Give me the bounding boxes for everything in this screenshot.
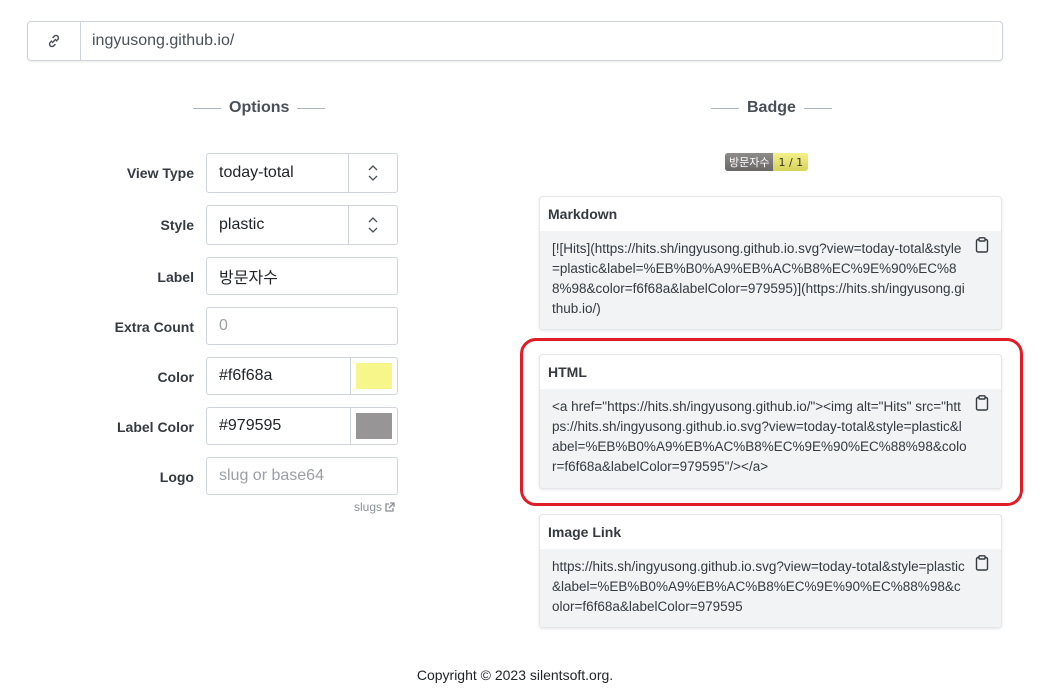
style-spinner[interactable] (348, 206, 397, 244)
link-icon (28, 22, 81, 60)
style-select[interactable]: plastic (206, 205, 398, 245)
markdown-code-block: [![Hits](https://hits.sh/ingyusong.githu… (540, 231, 1001, 329)
hits-badge: 방문자수 1 / 1 (725, 153, 809, 171)
color-value: #f6f68a (219, 367, 273, 384)
image-link-code: https://hits.sh/ingyusong.github.io.svg?… (552, 559, 965, 614)
label-label: Label (157, 269, 194, 285)
markdown-card: Markdown [![Hits](https://hits.sh/ingyus… (539, 196, 1002, 330)
image-link-card: Image Link https://hits.sh/ingyusong.git… (539, 514, 1002, 628)
options-title: Options (193, 99, 326, 117)
label-row: Label (0, 257, 194, 297)
logo-input[interactable]: slug or base64 (206, 457, 398, 495)
extra-count-label: Extra Count (114, 319, 194, 335)
external-link-icon (385, 501, 395, 512)
label-color-label: Label Color (116, 419, 194, 435)
color-input[interactable]: #f6f68a (206, 357, 398, 395)
badge-title-text: Badge (747, 99, 796, 116)
image-link-card-title: Image Link (548, 524, 622, 540)
options-title-text: Options (229, 99, 290, 116)
color-swatch (356, 363, 392, 389)
style-value: plastic (219, 216, 265, 233)
label-color-row: Label Color (0, 407, 194, 447)
url-input[interactable] (81, 22, 1002, 60)
badge-label: 방문자수 (725, 153, 774, 171)
markdown-card-title: Markdown (548, 206, 618, 222)
url-bar (27, 21, 1003, 61)
color-row: Color (0, 357, 194, 397)
label-color-input[interactable]: #979595 (206, 407, 398, 445)
label-color-value: #979595 (219, 417, 282, 434)
view-type-select[interactable]: today-total (206, 153, 398, 193)
label-color-swatch (356, 413, 392, 439)
html-code: <a href="https://hits.sh/ingyusong.githu… (552, 399, 967, 474)
chevron-up-icon (368, 217, 378, 223)
slugs-link[interactable]: slugs (354, 500, 395, 514)
label-color-picker[interactable] (350, 408, 397, 444)
label-value: 방문자수 (219, 268, 278, 287)
chevron-down-icon (368, 227, 378, 233)
html-card-title: HTML (548, 364, 587, 380)
markdown-code: [![Hits](https://hits.sh/ingyusong.githu… (552, 241, 965, 316)
clipboard-icon[interactable] (975, 555, 989, 577)
html-code-block: <a href="https://hits.sh/ingyusong.githu… (540, 389, 1001, 488)
image-link-code-block: https://hits.sh/ingyusong.github.io.svg?… (540, 549, 1001, 627)
label-input[interactable]: 방문자수 (206, 257, 398, 295)
logo-placeholder: slug or base64 (219, 467, 324, 484)
view-type-spinner[interactable] (348, 154, 397, 192)
badge-value: 1 / 1 (773, 153, 809, 171)
slugs-link-text: slugs (354, 500, 383, 514)
badge-title: Badge (711, 99, 832, 117)
style-label: Style (160, 217, 194, 233)
view-type-value: today-total (219, 164, 294, 181)
clipboard-icon[interactable] (975, 237, 989, 259)
color-label: Color (157, 369, 194, 385)
extra-count-input[interactable]: 0 (206, 307, 398, 345)
footer-copyright: Copyright © 2023 silentsoft.org. (416, 667, 614, 683)
style-row: Style (0, 205, 194, 245)
html-card: HTML <a href="https://hits.sh/ingyusong.… (539, 354, 1002, 489)
logo-label: Logo (159, 469, 194, 485)
extra-count-placeholder: 0 (219, 317, 228, 334)
view-type-row: View Type (0, 153, 194, 193)
view-type-label: View Type (126, 165, 194, 181)
chevron-down-icon (368, 175, 378, 181)
color-picker[interactable] (350, 358, 397, 394)
logo-row: Logo (0, 457, 194, 497)
clipboard-icon[interactable] (975, 395, 989, 417)
chevron-up-icon (368, 165, 378, 171)
extra-count-row: Extra Count (0, 307, 194, 347)
